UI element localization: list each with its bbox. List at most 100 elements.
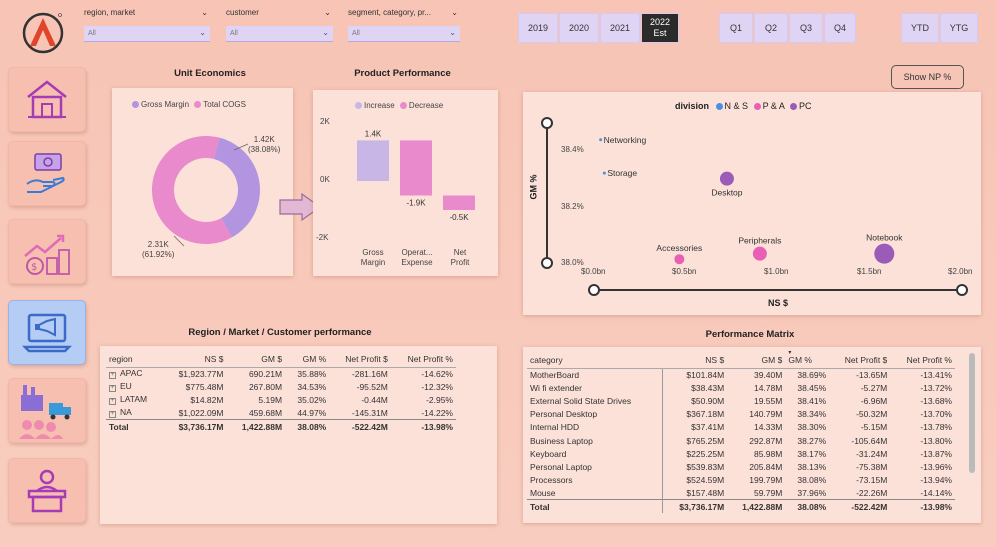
year-2020-button[interactable]: 2020 bbox=[559, 13, 599, 43]
donut-label-total-cogs: 2.31K (61.92%) bbox=[142, 240, 174, 260]
x-label-line: Operat... bbox=[401, 248, 433, 257]
donut-label-cogs-pct: (61.92%) bbox=[142, 250, 175, 259]
nav-finance-button[interactable] bbox=[8, 141, 86, 206]
sort-desc-icon: ▾ bbox=[788, 350, 792, 356]
column-header[interactable]: region bbox=[106, 351, 162, 368]
scatter-chart: Networking Storage Desktop Accessories Perip… bbox=[541, 117, 968, 296]
period-ytd-button[interactable]: YTD bbox=[901, 13, 939, 43]
column-header[interactable]: GM % bbox=[285, 351, 330, 368]
column-header[interactable]: GM $ bbox=[727, 352, 786, 369]
y-range-slider-handle[interactable] bbox=[541, 257, 553, 269]
value-cell: -12.32% bbox=[421, 381, 453, 392]
table-row[interactable]: Keyboard $225.25M 85.98M 38.17% -31.24M -13.8… bbox=[527, 447, 955, 461]
table-row[interactable]: + NA $1,022.09M 459.68M 44.97% -145.31M -14.22… bbox=[106, 407, 456, 420]
table-row[interactable]: Wi fi extender $38.43M 14.78M 38.45% -5.27M -… bbox=[527, 381, 955, 395]
scatter-point[interactable] bbox=[752, 246, 767, 261]
chevron-down-icon: ⌄ bbox=[199, 28, 206, 37]
quarter-q2-button[interactable]: Q2 bbox=[754, 13, 788, 43]
value-cell: -5.15M bbox=[860, 422, 888, 433]
waterfall-bar[interactable] bbox=[357, 140, 389, 181]
region-label: LATAM bbox=[120, 394, 148, 405]
column-header[interactable]: Net Profit $ bbox=[829, 352, 891, 369]
column-header[interactable]: Net Profit % bbox=[890, 352, 955, 369]
x-range-slider-handle[interactable] bbox=[956, 284, 968, 296]
total-cell: -522.42M bbox=[829, 499, 891, 514]
division-scatter-panel: division N & S P & A PC GM % 38.4% 38.2%… bbox=[523, 92, 981, 315]
region-label: APAC bbox=[120, 368, 143, 379]
table-header-row: category NS $ GM $ GM % ▾ Net Profit $ N… bbox=[527, 350, 955, 369]
chevron-down-icon[interactable]: ⌄ bbox=[201, 8, 208, 17]
quarter-q4-button[interactable]: Q4 bbox=[824, 13, 856, 43]
waterfall-bar[interactable] bbox=[443, 195, 475, 211]
value-cell: $367.18M bbox=[661, 407, 728, 421]
quarter-q1-button[interactable]: Q1 bbox=[719, 13, 753, 43]
expand-icon[interactable]: + bbox=[109, 411, 116, 419]
table-row[interactable]: Personal Laptop $539.83M 205.84M 38.13% -75.… bbox=[527, 460, 955, 474]
nav-growth-button[interactable]: $ bbox=[8, 219, 86, 284]
scatter-point[interactable] bbox=[874, 243, 895, 264]
nav-home-button[interactable] bbox=[8, 67, 86, 132]
scatter-point-label: Storage bbox=[607, 168, 637, 178]
expand-icon[interactable]: + bbox=[109, 372, 116, 380]
x-label-net-profit: Net Profit bbox=[440, 248, 480, 268]
table-row[interactable]: + LATAM $14.82M 5.19M 35.02% -0.44M -2.95% bbox=[106, 393, 456, 406]
category-cell: Processors bbox=[530, 475, 573, 486]
value-cell: $37.41M bbox=[661, 420, 728, 434]
scatter-point[interactable] bbox=[674, 254, 685, 265]
slicer-segment-dropdown[interactable]: All ⌄ bbox=[348, 26, 460, 42]
table-row[interactable]: + APAC $1,923.77M 690.21M 35.88% -281.16M -14.… bbox=[106, 367, 456, 380]
waterfall-bar[interactable] bbox=[400, 140, 432, 196]
category-cell: Wi fi extender bbox=[530, 382, 582, 393]
quarter-q3-button[interactable]: Q3 bbox=[789, 13, 823, 43]
column-header[interactable]: GM $ bbox=[226, 351, 286, 368]
slicer-region-dropdown[interactable]: All ⌄ bbox=[84, 26, 210, 42]
nav-marketing-button[interactable] bbox=[8, 300, 86, 365]
value-cell: $1,923.77M bbox=[178, 368, 224, 379]
year-2019-button[interactable]: 2019 bbox=[518, 13, 558, 43]
year-2021-button[interactable]: 2021 bbox=[600, 13, 640, 43]
value-cell: $14.82M bbox=[190, 394, 224, 405]
value-cell: -13.70% bbox=[920, 409, 952, 420]
expand-icon[interactable]: + bbox=[109, 398, 116, 406]
show-np-toggle-button[interactable]: Show NP % bbox=[891, 65, 964, 89]
chevron-down-icon[interactable]: ⌄ bbox=[324, 8, 331, 17]
slicer-segment[interactable]: segment, category, pr... ⌄ All ⌄ bbox=[348, 8, 460, 42]
vertical-scrollbar[interactable] bbox=[969, 353, 975, 473]
column-header[interactable]: category bbox=[527, 352, 663, 369]
column-header[interactable]: NS $ bbox=[161, 351, 227, 368]
chevron-down-icon[interactable]: ⌄ bbox=[451, 8, 458, 17]
column-header[interactable]: NS $ bbox=[662, 352, 728, 369]
value-cell: -145.31M bbox=[351, 407, 388, 418]
table-row[interactable]: Processors $524.59M 199.79M 38.08% -73.15M -1… bbox=[527, 473, 955, 487]
column-header[interactable]: Net Profit % bbox=[390, 351, 456, 368]
nav-customer-service-button[interactable] bbox=[8, 458, 86, 523]
slicer-customer[interactable]: customer ⌄ All ⌄ bbox=[226, 8, 333, 42]
scatter-point[interactable] bbox=[602, 171, 606, 175]
expand-icon[interactable]: + bbox=[109, 385, 116, 393]
table-row[interactable]: Internal HDD $37.41M 14.33M 38.30% -5.15M -13… bbox=[527, 420, 955, 434]
column-header[interactable]: Net Profit $ bbox=[329, 351, 391, 368]
value-cell: -13.87% bbox=[920, 448, 952, 459]
value-cell: $38.43M bbox=[661, 381, 728, 395]
scatter-point[interactable] bbox=[599, 138, 603, 142]
year-2022-button[interactable]: 2022 Est bbox=[641, 13, 679, 43]
scatter-point[interactable] bbox=[719, 171, 734, 186]
table-row[interactable]: MotherBoard $101.84M 39.40M 38.69% -13.65M -1… bbox=[527, 368, 955, 382]
column-header-sorted[interactable]: GM % ▾ bbox=[785, 350, 830, 369]
slicer-customer-dropdown[interactable]: All ⌄ bbox=[226, 26, 333, 42]
table-row[interactable]: + EU $775.48M 267.80M 34.53% -95.52M -12.32% bbox=[106, 380, 456, 393]
period-ytg-button[interactable]: YTG bbox=[940, 13, 978, 43]
slicer-region-market[interactable]: region, market ⌄ All ⌄ bbox=[84, 8, 210, 42]
nav-supply-chain-button[interactable] bbox=[8, 378, 86, 443]
table-row[interactable]: Mouse $157.48M 59.79M 37.96% -22.26M -14.14% bbox=[527, 486, 955, 500]
region-table: region NS $ GM $ GM % Net Profit $ Net P… bbox=[106, 351, 456, 433]
table-row[interactable]: External Solid State Drives $50.90M 19.55M… bbox=[527, 394, 955, 408]
table-row[interactable]: Personal Desktop $367.18M 140.79M 38.34% -50… bbox=[527, 407, 955, 421]
value-cell: 38.41% bbox=[797, 395, 827, 406]
supply-chain-icon bbox=[19, 384, 71, 439]
y-range-slider-handle[interactable] bbox=[541, 117, 553, 129]
waterfall-data-label: -0.5K bbox=[449, 213, 469, 222]
value-cell: $1,022.09M bbox=[178, 407, 224, 418]
table-row[interactable]: Business Laptop $765.25M 292.87M 38.27% -105… bbox=[527, 433, 955, 448]
x-range-slider-handle[interactable] bbox=[588, 284, 600, 296]
